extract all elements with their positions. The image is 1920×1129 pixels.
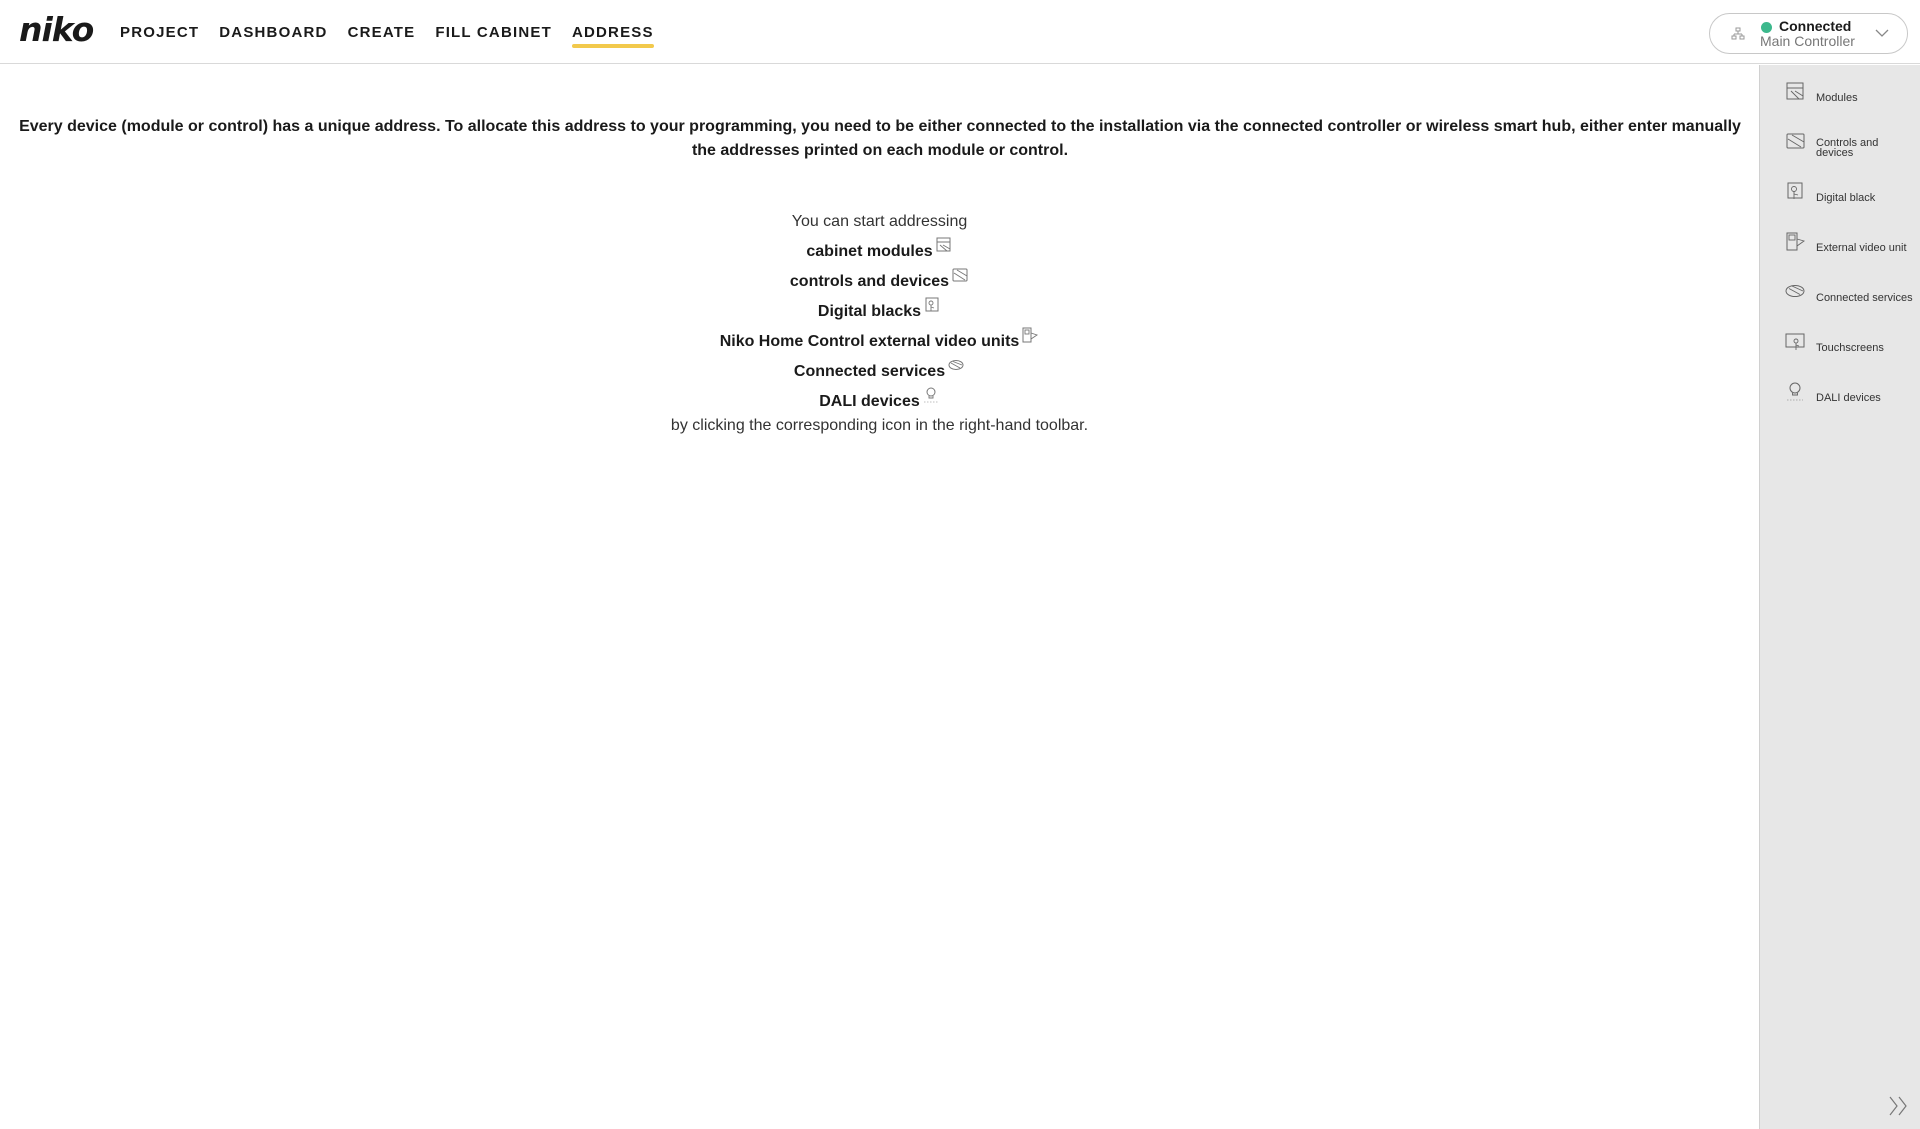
top-bar: niko PROJECT DASHBOARD CREATE FILL CABIN… — [0, 0, 1920, 64]
list-item: Connected services — [0, 360, 1759, 390]
touchscreen-icon — [1785, 333, 1805, 350]
toolbar-item-external-video[interactable]: External video unit — [1760, 226, 1920, 270]
nav-dashboard[interactable]: DASHBOARD — [209, 0, 337, 64]
item-label: Connected services — [793, 363, 946, 380]
toolbar-item-label: DALI devices — [1816, 392, 1881, 404]
nav-project[interactable]: PROJECT — [110, 0, 209, 64]
video-unit-icon — [1786, 232, 1806, 251]
status-dot — [1761, 22, 1772, 33]
nav-address[interactable]: ADDRESS — [562, 0, 664, 64]
digital-black-icon — [1787, 182, 1803, 199]
intro-text: Every device (module or control) has a u… — [19, 118, 1741, 159]
chevron-down-icon — [1875, 29, 1889, 37]
toolbar-item-controls[interactable]: Controls and devices — [1760, 126, 1920, 170]
end-text: by clicking the corresponding icon in th… — [670, 417, 1089, 434]
item-label: Niko Home Control external video units — [719, 333, 1020, 350]
main-nav: PROJECT DASHBOARD CREATE FILL CABINET AD… — [110, 0, 664, 64]
item-label: controls and devices — [789, 273, 950, 290]
toolbar-item-label: Connected services — [1816, 292, 1913, 304]
right-toolbar: Modules Controls and devices Digital bla… — [1759, 65, 1920, 1129]
toolbar-item-label: Controls and devices — [1816, 137, 1879, 159]
modules-icon — [936, 237, 951, 252]
modules-icon — [1786, 82, 1804, 100]
toolbar-item-modules[interactable]: Modules — [1760, 76, 1920, 120]
toolbar-item-label: External video unit — [1816, 242, 1907, 254]
addressing-list: You can start addressing cabinet modules… — [0, 210, 1759, 438]
item-label: DALI devices — [819, 393, 920, 410]
toolbar-item-digital-black[interactable]: Digital black — [1760, 176, 1920, 220]
nav-fill-cabinet[interactable]: FILL CABINET — [425, 0, 562, 64]
toolbar-item-dali[interactable]: DALI devices — [1760, 376, 1920, 420]
connected-services-icon — [948, 360, 964, 370]
controls-icon — [1786, 133, 1805, 149]
list-item: cabinet modules — [0, 237, 1759, 270]
connection-selector[interactable]: Connected Main Controller — [1709, 13, 1908, 54]
expand-toolbar-icon[interactable] — [1886, 1095, 1910, 1117]
connected-services-icon — [1785, 285, 1805, 297]
start-text: You can start addressing — [791, 213, 968, 230]
toolbar-item-touchscreens[interactable]: Touchscreens — [1760, 326, 1920, 370]
toolbar-item-label: Modules — [1816, 92, 1858, 104]
address-content: Every device (module or control) has a u… — [0, 65, 1759, 1129]
list-item: Digital blacks — [0, 297, 1759, 330]
connection-status: Connected — [1779, 18, 1852, 34]
nav-create[interactable]: CREATE — [338, 0, 426, 64]
item-label: cabinet modules — [806, 243, 933, 260]
dali-icon — [923, 387, 938, 403]
digital-black-icon — [925, 297, 939, 312]
toolbar-item-connected-services[interactable]: Connected services — [1760, 276, 1920, 320]
controls-icon — [952, 268, 968, 282]
controller-name: Main Controller — [1760, 33, 1855, 49]
niko-logo[interactable]: niko — [19, 10, 94, 49]
item-label: Digital blacks — [817, 303, 922, 320]
video-unit-icon — [1022, 327, 1039, 343]
list-item: Niko Home Control external video units — [0, 327, 1759, 360]
toolbar-item-label: Digital black — [1816, 192, 1876, 204]
network-icon — [1731, 27, 1745, 40]
list-item: controls and devices — [0, 268, 1759, 300]
dali-icon — [1787, 382, 1803, 401]
toolbar-item-label: Touchscreens — [1816, 342, 1884, 354]
